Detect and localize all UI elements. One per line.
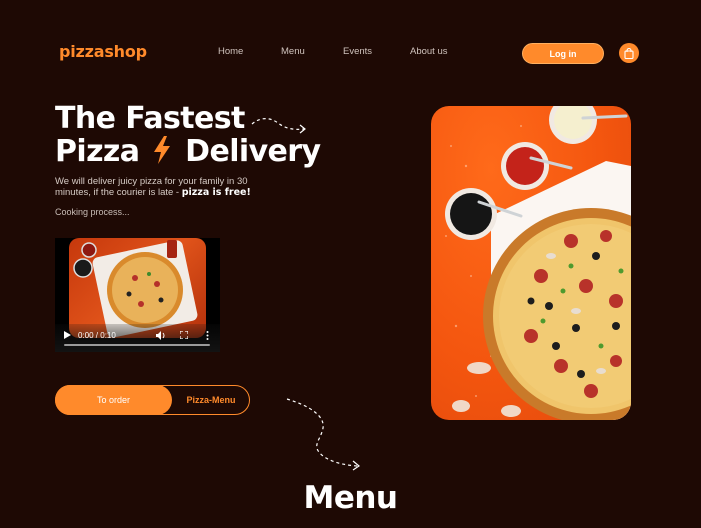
- hero-title-line2: Pizza Delivery: [55, 134, 321, 169]
- hero-title-delivery: Delivery: [185, 134, 321, 169]
- video-thumbnail: [69, 238, 206, 338]
- fullscreen-icon[interactable]: [180, 331, 188, 339]
- dashed-arrow-decoration: [251, 118, 306, 134]
- hero-description: We will deliver juicy pizza for your fam…: [55, 176, 270, 198]
- play-icon[interactable]: [64, 331, 71, 339]
- video-progress-bar[interactable]: [64, 344, 210, 346]
- login-button[interactable]: Log in: [522, 43, 604, 64]
- shopping-bag-icon: [624, 47, 634, 59]
- cart-button[interactable]: [619, 43, 639, 63]
- cooking-label: Cooking process...: [55, 207, 130, 217]
- nav-home-link[interactable]: Home: [218, 46, 243, 57]
- volume-icon[interactable]: [156, 331, 166, 340]
- nav-about-link[interactable]: About us: [410, 46, 448, 57]
- pizza-menu-button[interactable]: Pizza-Menu: [172, 385, 250, 415]
- cooking-video-player[interactable]: 0:00 / 0:10: [55, 238, 220, 352]
- video-time: 0:00 / 0:10: [78, 331, 116, 340]
- order-button[interactable]: To order: [55, 385, 172, 415]
- menu-section-title: Menu: [303, 480, 398, 516]
- nav-menu-link[interactable]: Menu: [281, 46, 305, 57]
- hero-title-pizza: Pizza: [55, 134, 140, 169]
- hero-description-highlight: pizza is free!: [181, 187, 251, 198]
- lightning-icon: [151, 135, 173, 165]
- video-controls: 0:00 / 0:10: [55, 324, 220, 352]
- more-options-icon[interactable]: [206, 331, 209, 340]
- nav-events-link[interactable]: Events: [343, 46, 372, 57]
- dashed-arrow-decoration-2: [286, 398, 361, 471]
- site-logo[interactable]: pizzashop: [59, 42, 147, 61]
- hero-pizza-image: [431, 106, 631, 420]
